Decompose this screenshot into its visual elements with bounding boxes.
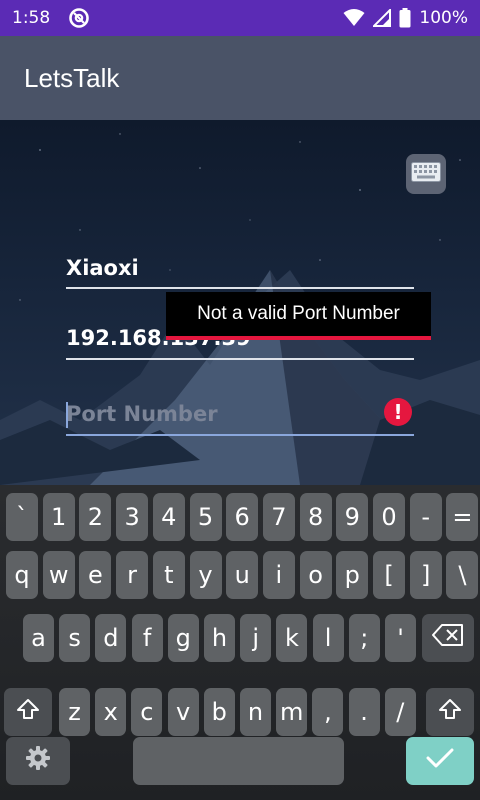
key-row4-0[interactable]: z (59, 688, 90, 736)
key-row4-9[interactable]: / (384, 688, 416, 736)
error-icon: ! (384, 398, 412, 426)
key-row4-2[interactable]: c (131, 688, 163, 736)
key-row2-12[interactable]: \ (446, 551, 479, 599)
spacebar[interactable] (133, 737, 344, 785)
key-row4-1[interactable]: x (95, 688, 127, 736)
key-row3-0[interactable]: a (23, 614, 54, 662)
key-row2-10[interactable]: [ (373, 551, 405, 599)
key-row2-5[interactable]: y (189, 551, 222, 599)
key-row3-3[interactable]: f (131, 614, 163, 662)
soft-keyboard: ` 1 2 3 4 5 6 7 8 9 0- = q w e r t y u i o p[] \ a s d f g h j k l; ' z x c… (0, 485, 480, 800)
error-tooltip: Not a valid Port Number (166, 292, 431, 340)
ip-underline (66, 358, 414, 360)
key-row4-5[interactable]: n (240, 688, 271, 736)
port-field[interactable]: ! (66, 396, 414, 436)
shift-right-key[interactable] (426, 688, 474, 736)
battery-percent: 100% (419, 8, 468, 28)
key-row1-10[interactable]: 0 (373, 493, 405, 541)
keyboard-icon (411, 162, 441, 186)
backspace-key[interactable] (422, 614, 474, 662)
key-row1-2[interactable]: 2 (79, 493, 112, 541)
key-row2-7[interactable]: i (262, 551, 295, 599)
key-row4-3[interactable]: v (167, 688, 199, 736)
key-row1-4[interactable]: 4 (152, 493, 185, 541)
key-row2-6[interactable]: u (226, 551, 259, 599)
shift-left-key[interactable] (4, 688, 52, 736)
key-row1-12[interactable]: = (446, 493, 479, 541)
text-cursor (66, 402, 68, 428)
key-row3-5[interactable]: h (204, 614, 235, 662)
key-row2-9[interactable]: p (336, 551, 369, 599)
check-icon (426, 747, 454, 775)
key-row3-6[interactable]: j (240, 614, 272, 662)
key-row2-4[interactable]: t (152, 551, 185, 599)
port-input[interactable] (66, 396, 366, 432)
shift-icon (16, 697, 40, 727)
target-icon (68, 7, 90, 29)
key-row2-3[interactable]: r (116, 551, 149, 599)
key-row3-9[interactable]: ; (348, 614, 380, 662)
settings-key[interactable] (6, 737, 70, 785)
key-row2-2[interactable]: e (79, 551, 112, 599)
key-row2-1[interactable]: w (42, 551, 75, 599)
key-row3-8[interactable]: l (312, 614, 344, 662)
key-row3-10[interactable]: ' (385, 614, 416, 662)
key-row3-2[interactable]: d (95, 614, 127, 662)
key-row1-8[interactable]: 8 (299, 493, 332, 541)
status-bar: 1:58 100% (0, 0, 480, 36)
name-underline (66, 287, 414, 289)
keyboard-toggle-button[interactable] (406, 154, 446, 194)
key-row4-6[interactable]: m (276, 688, 308, 736)
key-row4-7[interactable]: , (312, 688, 344, 736)
backspace-icon (432, 624, 464, 652)
app-title: LetsTalk (24, 62, 120, 93)
shift-icon (438, 697, 462, 727)
key-row1-1[interactable]: 1 (42, 493, 75, 541)
signal-icon (373, 9, 392, 27)
app-bar: LetsTalk (0, 36, 480, 120)
key-row3-4[interactable]: g (167, 614, 199, 662)
key-row2-11[interactable]: ] (409, 551, 442, 599)
key-row4-4[interactable]: b (203, 688, 235, 736)
key-row2-0[interactable]: q (6, 551, 38, 599)
port-underline (66, 434, 414, 436)
key-row2-8[interactable]: o (299, 551, 332, 599)
key-row3-1[interactable]: s (59, 614, 91, 662)
status-time: 1:58 (12, 8, 51, 28)
wifi-icon (343, 9, 365, 27)
key-row3-7[interactable]: k (276, 614, 308, 662)
name-value: Xiaoxi (66, 256, 139, 280)
enter-key[interactable] (406, 737, 474, 785)
key-row1-9[interactable]: 9 (336, 493, 369, 541)
key-row1-6[interactable]: 6 (226, 493, 259, 541)
gear-icon (25, 745, 51, 777)
key-row1-11[interactable]: - (409, 493, 442, 541)
key-row4-8[interactable]: . (348, 688, 380, 736)
key-row1-5[interactable]: 5 (189, 493, 222, 541)
battery-icon (399, 8, 411, 28)
key-row1-3[interactable]: 3 (116, 493, 149, 541)
key-row1-0[interactable]: ` (6, 493, 38, 541)
name-field[interactable]: Xiaoxi (66, 256, 414, 289)
key-row1-7[interactable]: 7 (262, 493, 295, 541)
